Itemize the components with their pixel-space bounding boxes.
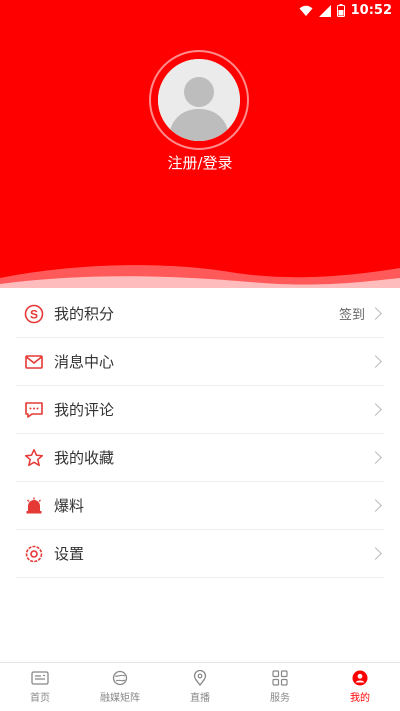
tab-label: 首页 — [30, 693, 50, 704]
header-wave — [0, 265, 400, 290]
menu-item-label: 我的积分 — [54, 305, 115, 323]
checkin-link[interactable]: 签到 — [339, 304, 365, 323]
profile-header: 注册/登录 — [0, 24, 400, 290]
menu-item-label: 设置 — [54, 545, 85, 563]
chevron-right-icon — [369, 307, 382, 320]
settings-menu: S 我的积分 签到 消息中心 我的评论 我的收藏 爆料 设置 — [16, 290, 384, 578]
tab-label: 服务 — [270, 693, 290, 704]
globe-icon — [112, 670, 128, 686]
menu-item-label: 爆料 — [54, 497, 85, 515]
points-icon: S — [24, 304, 44, 324]
menu-item-label: 消息中心 — [54, 353, 115, 371]
wifi-icon — [299, 5, 313, 16]
avatar[interactable] — [158, 59, 240, 141]
avatar-ring[interactable] — [149, 50, 249, 150]
tab-home[interactable]: 首页 — [0, 663, 80, 711]
user-icon — [352, 670, 368, 686]
status-time: 10:52 — [350, 3, 392, 18]
menu-item-label: 我的收藏 — [54, 449, 115, 467]
menu-item-favorites[interactable]: 我的收藏 — [16, 434, 384, 482]
menu-item-comments[interactable]: 我的评论 — [16, 386, 384, 434]
chevron-right-icon — [369, 547, 382, 560]
comment-icon — [24, 400, 44, 420]
tab-mine[interactable]: 我的 — [320, 663, 400, 711]
gear-icon — [24, 544, 44, 564]
grid-icon — [272, 670, 288, 686]
tab-label: 我的 — [350, 693, 370, 704]
menu-item-right — [369, 434, 382, 481]
newspaper-icon — [31, 671, 49, 685]
default-avatar-icon — [158, 59, 240, 141]
tab-label: 融媒矩阵 — [100, 693, 140, 704]
star-icon — [24, 448, 44, 468]
menu-item-settings[interactable]: 设置 — [16, 530, 384, 578]
menu-item-right — [369, 530, 382, 577]
login-register-link[interactable]: 注册/登录 — [0, 152, 400, 173]
menu-item-right — [369, 338, 382, 385]
chevron-right-icon — [369, 451, 382, 464]
battery-icon — [336, 4, 345, 17]
menu-item-tipoff[interactable]: 爆料 — [16, 482, 384, 530]
tab-services[interactable]: 服务 — [240, 663, 320, 711]
message-icon — [24, 352, 44, 372]
status-icons: 10:52 — [299, 3, 392, 18]
menu-item-label: 我的评论 — [54, 401, 115, 419]
menu-item-points[interactable]: S 我的积分 签到 — [16, 290, 384, 338]
menu-item-messages[interactable]: 消息中心 — [16, 338, 384, 386]
chevron-right-icon — [369, 499, 382, 512]
tab-media-matrix[interactable]: 融媒矩阵 — [80, 663, 160, 711]
tab-label: 直播 — [190, 693, 210, 704]
signal-icon — [318, 4, 331, 17]
status-bar: 10:52 — [0, 0, 400, 24]
location-icon — [193, 670, 207, 686]
tab-live[interactable]: 直播 — [160, 663, 240, 711]
menu-item-right: 签到 — [339, 290, 382, 337]
menu-item-right — [369, 482, 382, 529]
alarm-icon — [24, 496, 44, 516]
chevron-right-icon — [369, 355, 382, 368]
menu-item-right — [369, 386, 382, 433]
svg-text:S: S — [30, 307, 38, 321]
chevron-right-icon — [369, 403, 382, 416]
bottom-tab-bar: 首页 融媒矩阵 直播 服务 我的 — [0, 662, 400, 711]
